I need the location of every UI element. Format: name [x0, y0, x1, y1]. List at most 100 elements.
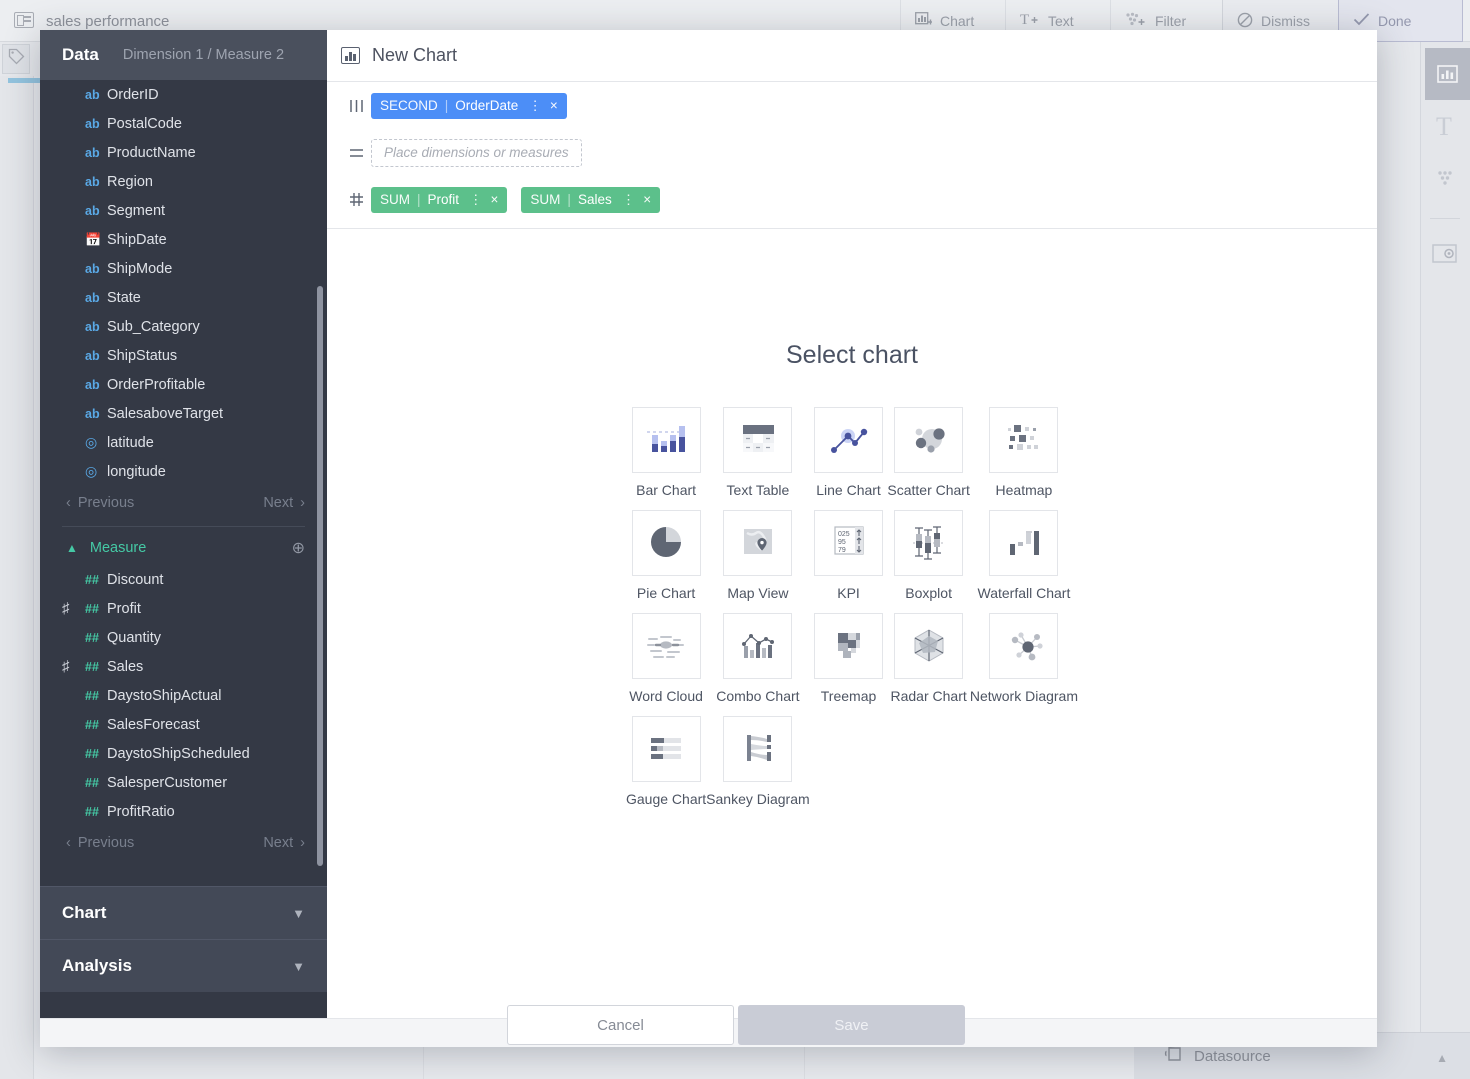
toolbar-chart-label: Chart [940, 13, 975, 29]
radar-chart-icon [894, 613, 964, 679]
measure-item[interactable]: ## ProfitRatio [40, 797, 327, 826]
pill-field: Sales [577, 192, 612, 207]
chart-type-treemap[interactable]: Treemap [810, 613, 888, 704]
dimension-item[interactable]: ◎ longitude [40, 457, 327, 486]
measure-label: SalesperCustomer [107, 774, 228, 791]
field-type-text-icon: ab [85, 377, 100, 392]
measure-item[interactable]: ♯ ## Profit [40, 594, 327, 623]
dimension-item[interactable]: ab ProductName [40, 138, 327, 167]
sidebar-section-chart[interactable]: Chart ▼ [40, 886, 327, 939]
chart-type-kpi[interactable]: 025 95 79 KPI [810, 510, 888, 601]
dimension-item[interactable]: ab OrderProfitable [40, 370, 327, 399]
dimension-next-button[interactable]: Next › [263, 495, 305, 511]
field-type-number-icon: ## [85, 688, 99, 703]
chart-type-boxplot[interactable]: Boxplot [887, 510, 969, 601]
chart-type-grid: Bar Chart Text Table Line Chart Scatter Cha… [626, 407, 1078, 807]
chart-type-network-diagram[interactable]: Network Diagram [970, 613, 1078, 704]
shelf-rows-dropzone[interactable]: Place dimensions or measures [371, 138, 582, 167]
database-icon [1164, 1045, 1184, 1067]
chart-editor-main: New Chart SECOND | OrderDate ⋮ × Place d… [327, 30, 1377, 1047]
pill-profit[interactable]: SUM | Profit ⋮ × [371, 186, 508, 213]
shelf-columns[interactable]: SECOND | OrderDate ⋮ × [327, 82, 1377, 129]
chevron-up-icon[interactable]: ▲ [1436, 1051, 1448, 1065]
measure-label: Profit [107, 600, 141, 617]
measure-item[interactable]: ## SalesperCustomer [40, 768, 327, 797]
pill-remove-icon[interactable]: × [491, 192, 499, 207]
tag-button[interactable] [2, 44, 30, 74]
chart-type-chooser: Select chart Bar Chart Text Table Line Cha… [327, 229, 1377, 1018]
svg-text:T: T [1436, 113, 1452, 139]
rail-text-icon[interactable]: T [1420, 100, 1470, 152]
measure-next-button[interactable]: Next › [263, 835, 305, 851]
pill-sales[interactable]: SUM | Sales ⋮ × [521, 186, 661, 213]
field-type-text-icon: ab [85, 348, 100, 363]
rail-filter-icon[interactable] [1420, 152, 1470, 204]
pill-menu-icon[interactable]: ⋮ [528, 98, 541, 114]
chart-type-combo-chart[interactable]: Combo Chart [706, 613, 810, 704]
pill-menu-icon[interactable]: ⋮ [622, 192, 635, 208]
field-list[interactable]: ab OrderID ab PostalCode ab ProductName ab Regi… [40, 80, 327, 886]
measure-item[interactable]: ## SalesForecast [40, 710, 327, 739]
dimension-item[interactable]: ab Segment [40, 196, 327, 225]
dimension-item[interactable]: ab SalesaboveTarget [40, 399, 327, 428]
chart-type-label: Bar Chart [636, 482, 697, 498]
measure-label: Quantity [107, 629, 161, 646]
shelf-measures[interactable]: SUM | Profit ⋮ × SUM | Sales ⋮ × [327, 176, 1377, 223]
measure-item[interactable]: ## Discount [40, 565, 327, 594]
measure-item[interactable]: ## DaystoShipActual [40, 681, 327, 710]
dimension-item[interactable]: ◎ latitude [40, 428, 327, 457]
measure-previous-button[interactable]: ‹ Previous [66, 835, 134, 851]
chart-type-scatter-chart[interactable]: Scatter Chart [887, 407, 970, 498]
chart-type-bar-chart[interactable]: Bar Chart [626, 407, 706, 498]
dimension-item[interactable]: ab OrderID [40, 80, 327, 109]
rail-chart-icon[interactable] [1425, 48, 1470, 100]
chart-type-label: Gauge Chart [626, 791, 707, 807]
dimension-item[interactable]: ab State [40, 283, 327, 312]
plus-circle-icon[interactable]: ⊕ [292, 538, 305, 558]
chevron-down-icon[interactable]: ▼ [292, 959, 305, 974]
dimension-item[interactable]: ab ShipMode [40, 254, 327, 283]
measure-item[interactable]: ## DaystoShipScheduled [40, 739, 327, 768]
cancel-button[interactable]: Cancel [507, 1005, 734, 1045]
chart-type-map-view[interactable]: Map View [706, 510, 810, 601]
rail-settings-icon[interactable] [1420, 228, 1470, 280]
chart-type-waterfall-chart[interactable]: Waterfall Chart [970, 510, 1078, 601]
pill-agg: SUM [380, 192, 410, 207]
measure-item[interactable]: ♯ ## Sales [40, 652, 327, 681]
dimension-item[interactable]: ab Region [40, 167, 327, 196]
sidebar-section-analysis[interactable]: Analysis ▼ [40, 939, 327, 992]
chart-type-pie-chart[interactable]: Pie Chart [626, 510, 706, 601]
combo-chart-icon [723, 613, 793, 679]
pill-remove-icon[interactable]: × [550, 98, 558, 113]
pill-menu-icon[interactable]: ⋮ [469, 192, 482, 208]
chevron-up-icon[interactable]: ▲ [66, 541, 78, 555]
chart-type-text-table[interactable]: Text Table [706, 407, 810, 498]
chart-type-sankey-diagram[interactable]: Sankey Diagram [706, 716, 810, 807]
chart-title[interactable]: New Chart [372, 45, 457, 66]
dimension-item[interactable]: 📅 ShipDate [40, 225, 327, 254]
chart-type-gauge-chart[interactable]: Gauge Chart [626, 716, 706, 807]
dimension-item[interactable]: ab ShipStatus [40, 341, 327, 370]
check-icon [1353, 12, 1370, 29]
dimension-label: Region [107, 173, 153, 190]
sankey-diagram-icon [723, 716, 793, 782]
toolbar-text-label: Text [1048, 13, 1074, 29]
pill-remove-icon[interactable]: × [643, 192, 651, 207]
chart-type-line-chart[interactable]: Line Chart [810, 407, 888, 498]
dimension-label: ShipDate [107, 231, 167, 248]
chart-type-label: Pie Chart [636, 585, 696, 601]
dimension-item[interactable]: ab PostalCode [40, 109, 327, 138]
dimension-previous-button[interactable]: ‹ Previous [66, 495, 134, 511]
treemap-icon [814, 613, 884, 679]
field-type-text-icon: ab [85, 203, 100, 218]
chart-type-radar-chart[interactable]: Radar Chart [887, 613, 969, 704]
measure-item[interactable]: ## Quantity [40, 623, 327, 652]
chart-type-word-cloud[interactable]: Word Cloud [626, 613, 706, 704]
measure-section-header[interactable]: ▲ Measure ⊕ [40, 531, 327, 565]
shelf-rows[interactable]: Place dimensions or measures [327, 129, 1377, 176]
chevron-down-icon[interactable]: ▼ [292, 906, 305, 921]
dimension-item[interactable]: ab Sub_Category [40, 312, 327, 341]
sidebar-scrollbar[interactable] [317, 286, 323, 866]
pill-orderdate[interactable]: SECOND | OrderDate ⋮ × [371, 92, 567, 119]
chart-type-heatmap[interactable]: Heatmap [970, 407, 1078, 498]
